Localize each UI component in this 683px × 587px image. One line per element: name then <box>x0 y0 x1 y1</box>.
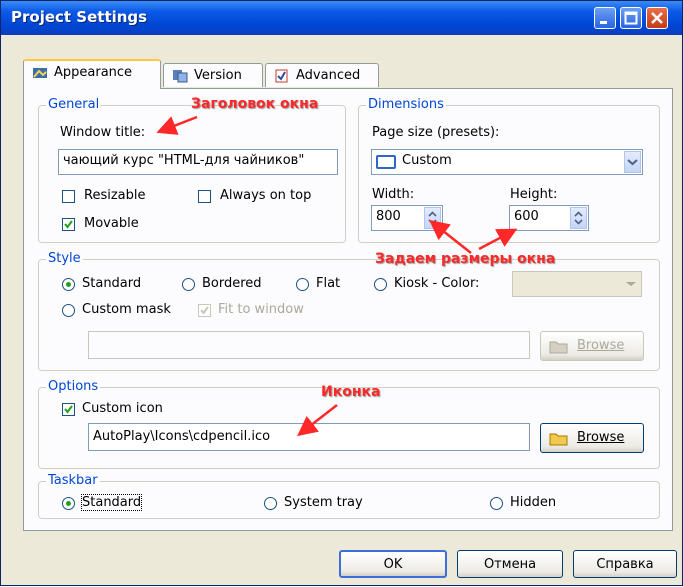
style-standard-radio[interactable] <box>62 278 75 291</box>
cancel-label: Отмена <box>483 557 537 572</box>
height-label: Height: <box>510 187 558 202</box>
chevron-down-icon <box>626 282 636 286</box>
ok-button[interactable]: OK <box>339 550 447 578</box>
project-settings-window: Project Settings Appearance Version Adva… <box>0 0 683 586</box>
icon-path-value: AutoPlay\Icons\cdpencil.ico <box>93 429 271 444</box>
fit-to-window-checkbox[interactable] <box>198 304 211 317</box>
page-size-label: Page size (presets): <box>372 125 500 140</box>
tab-version-label: Version <box>194 68 242 83</box>
page-size-dropdown-button[interactable] <box>624 151 641 173</box>
icon-path-input[interactable]: AutoPlay\Icons\cdpencil.ico <box>88 423 530 451</box>
folder-icon <box>549 341 568 354</box>
custom-icon-label: Custom icon <box>82 401 163 416</box>
taskbar-system-tray-label: System tray <box>284 495 363 510</box>
page-size-value: Custom <box>402 153 452 168</box>
height-value: 600 <box>514 209 539 224</box>
tab-appearance-label: Appearance <box>54 65 133 80</box>
mask-browse-button[interactable]: Browse <box>540 331 644 361</box>
movable-label: Movable <box>84 216 139 231</box>
title-annotation: Заголовок окна <box>191 96 319 112</box>
taskbar-hidden-label: Hidden <box>510 495 557 510</box>
advanced-icon <box>274 69 290 83</box>
mask-browse-label: Browse <box>577 338 625 353</box>
window-preset-icon <box>376 155 396 169</box>
tab-advanced-label: Advanced <box>296 68 361 83</box>
taskbar-hidden-radio[interactable] <box>490 497 503 510</box>
style-flat-radio[interactable] <box>296 278 309 291</box>
style-custom-mask-radio[interactable] <box>62 304 75 317</box>
taskbar-system-tray-radio[interactable] <box>264 497 277 510</box>
icon-browse-button[interactable]: Browse <box>540 423 644 453</box>
checkmark-icon <box>200 306 209 315</box>
resizable-checkbox[interactable] <box>62 190 75 203</box>
always-on-top-checkbox[interactable] <box>198 190 211 203</box>
mask-path-input[interactable] <box>88 331 530 359</box>
resizable-label: Resizable <box>84 188 146 203</box>
window-title: Project Settings <box>11 8 148 26</box>
title-bar[interactable]: Project Settings <box>1 1 682 35</box>
close-button[interactable] <box>646 7 668 29</box>
version-icon <box>172 69 188 83</box>
width-label: Width: <box>372 187 415 202</box>
style-bordered-radio[interactable] <box>182 278 195 291</box>
tab-appearance[interactable]: Appearance <box>23 59 161 89</box>
page-size-select[interactable]: Custom <box>371 149 643 175</box>
checkmark-icon <box>64 220 73 229</box>
tab-version[interactable]: Version <box>163 63 263 87</box>
appearance-panel: General Window title: чающий курс "HTML-… <box>23 88 673 531</box>
size-annotation: Задаем размеры окна <box>375 251 556 267</box>
width-value: 800 <box>376 209 401 224</box>
style-kiosk-label: Kiosk - Color: <box>394 276 480 291</box>
chevron-down-icon <box>627 159 638 166</box>
help-button[interactable]: Справка <box>573 550 677 578</box>
taskbar-standard-label: Standard <box>80 494 143 511</box>
help-label: Справка <box>596 557 654 572</box>
style-standard-label: Standard <box>82 276 142 291</box>
icon-annotation: Иконка <box>321 384 381 400</box>
taskbar-legend: Taskbar <box>46 473 100 488</box>
style-custom-mask-label: Custom mask <box>82 302 171 317</box>
style-bordered-label: Bordered <box>202 276 262 291</box>
height-spinner[interactable] <box>570 207 587 229</box>
cancel-button[interactable]: Отмена <box>457 550 563 578</box>
style-flat-label: Flat <box>316 276 341 291</box>
appearance-icon <box>32 66 48 80</box>
custom-icon-checkbox[interactable] <box>62 403 75 416</box>
always-on-top-label: Always on top <box>220 188 312 203</box>
style-legend: Style <box>46 251 83 266</box>
checkmark-icon <box>64 405 73 414</box>
window-title-label: Window title: <box>60 125 146 140</box>
tab-advanced[interactable]: Advanced <box>265 63 379 87</box>
dimensions-legend: Dimensions <box>366 97 446 112</box>
ok-label: OK <box>383 557 403 572</box>
kiosk-color-select[interactable] <box>512 271 642 297</box>
taskbar-standard-radio[interactable] <box>62 497 75 510</box>
style-kiosk-radio[interactable] <box>374 278 387 291</box>
spinner-arrows-icon <box>574 211 583 225</box>
general-legend: General <box>46 97 102 112</box>
spinner-arrows-icon <box>428 211 437 225</box>
minimize-button[interactable] <box>594 7 616 29</box>
fit-to-window-label: Fit to window <box>218 302 304 317</box>
movable-checkbox[interactable] <box>62 218 75 231</box>
maximize-button[interactable] <box>620 7 642 29</box>
icon-browse-label: Browse <box>577 430 625 445</box>
folder-icon <box>549 433 568 446</box>
width-spinner[interactable] <box>424 207 441 229</box>
window-title-input[interactable]: чающий курс "HTML-для чайников" <box>58 149 338 175</box>
options-legend: Options <box>46 379 101 394</box>
